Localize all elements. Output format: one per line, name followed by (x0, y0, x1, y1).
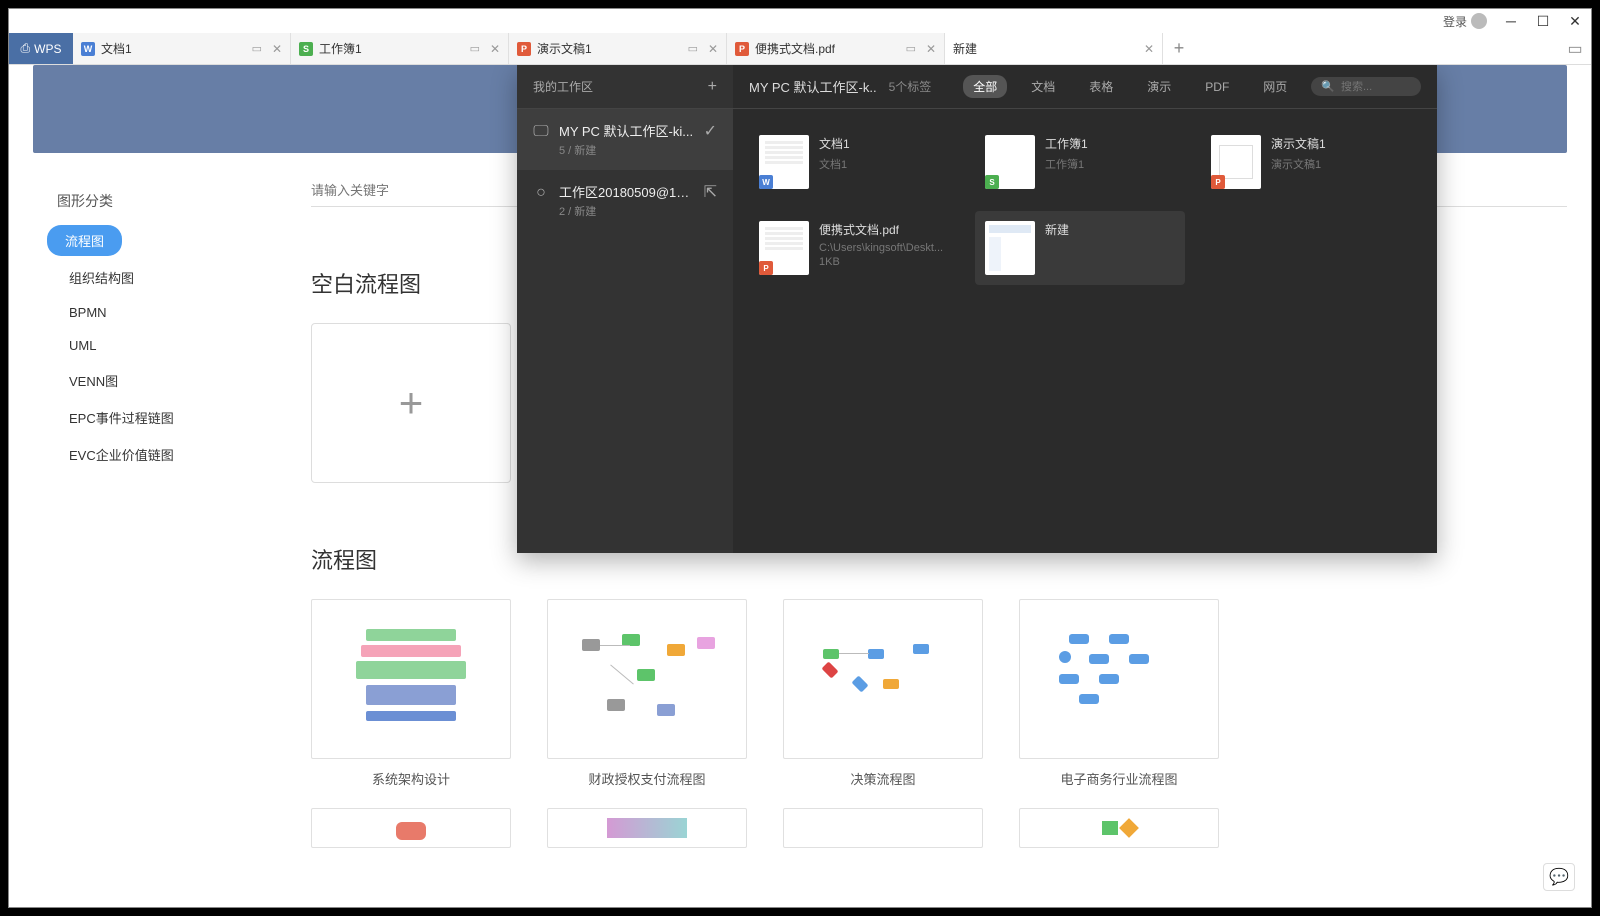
template-card[interactable]: 电子商务行业流程图 (1019, 599, 1219, 788)
overlay-doc-item[interactable]: W 文档1 文档1 (749, 125, 959, 199)
tab-close-icon[interactable]: ✕ (926, 42, 936, 56)
avatar-icon (1471, 13, 1487, 29)
tab-count: 5个标签 (889, 78, 932, 95)
template-title: 系统架构设计 (311, 769, 511, 788)
login-button[interactable]: 登录 (1443, 13, 1487, 30)
category-sidebar: 图形分类 流程图 组织结构图 BPMN UML VENN图 EPC事件过程链图 … (33, 175, 291, 907)
workspace-item[interactable]: 🖵 MY PC 默认工作区-ki... 5 / 新建 ✓ (517, 109, 733, 170)
sidebar-item-evc[interactable]: EVC企业价值链图 (45, 437, 279, 472)
sidebar-title: 图形分类 (33, 191, 291, 223)
workspace-overlay: 我的工作区 + 🖵 MY PC 默认工作区-ki... 5 / 新建 ✓ ○ 工… (517, 65, 1437, 553)
presentation-icon: P (517, 42, 531, 56)
close-button[interactable]: ✕ (1567, 13, 1583, 30)
sidebar-item-epc[interactable]: EPC事件过程链图 (45, 400, 279, 435)
writer-icon: W (81, 42, 95, 56)
overlay-doc-item[interactable]: P 演示文稿1 演示文稿1 (1201, 125, 1411, 199)
feedback-button[interactable]: 💬 (1543, 863, 1575, 891)
overlay-search[interactable]: 🔍 (1311, 77, 1421, 96)
spreadsheet-icon: S (985, 175, 999, 189)
workspace-title: MY PC 默认工作区-k.. (749, 77, 877, 96)
titlebar: 登录 ─ ☐ ✕ (9, 9, 1591, 33)
chat-icon: 💬 (1549, 867, 1569, 887)
writer-icon: W (759, 175, 773, 189)
window-mode-icon[interactable]: ▭ (252, 42, 262, 55)
check-icon: ✓ (704, 121, 717, 141)
template-card[interactable]: 系统架构设计 (311, 599, 511, 788)
filter-web[interactable]: 网页 (1253, 75, 1297, 98)
tab-close-icon[interactable]: ✕ (272, 42, 282, 56)
tab-bar: ⎙ WPS W 文档1 ▭ ✕ S 工作簿1 ▭ ✕ P 演示文稿1 ▭ ✕ P… (9, 33, 1591, 65)
template-card[interactable] (547, 808, 747, 848)
filter-presentation[interactable]: 演示 (1137, 75, 1181, 98)
minimize-button[interactable]: ─ (1503, 13, 1519, 29)
blank-flowchart-card[interactable]: + (311, 323, 511, 483)
new-tab-button[interactable]: + (1163, 33, 1195, 64)
template-title: 电子商务行业流程图 (1019, 769, 1219, 788)
window-mode-icon[interactable]: ▭ (470, 42, 480, 55)
spreadsheet-icon: S (299, 42, 313, 56)
tab-document[interactable]: W 文档1 ▭ ✕ (73, 33, 291, 64)
add-workspace-button[interactable]: + (708, 78, 717, 96)
workspace-item[interactable]: ○ 工作区20180509@14... 2 / 新建 ⇱ (517, 170, 733, 231)
tab-new[interactable]: 新建 ✕ (945, 33, 1163, 64)
external-link-icon[interactable]: ⇱ (704, 182, 717, 202)
overlay-doc-item[interactable]: P 便携式文档.pdf C:\Users\kingsoft\Deskt... 1… (749, 211, 959, 285)
overlay-search-input[interactable] (1341, 81, 1411, 93)
filter-pdf[interactable]: PDF (1195, 77, 1239, 97)
sidebar-item-venn[interactable]: VENN图 (45, 363, 279, 398)
template-card[interactable] (783, 808, 983, 848)
plus-icon: + (399, 379, 424, 427)
tab-spreadsheet[interactable]: S 工作簿1 ▭ ✕ (291, 33, 509, 64)
window-mode-icon[interactable]: ▭ (688, 42, 698, 55)
maximize-button[interactable]: ☐ (1535, 13, 1551, 30)
template-card[interactable] (311, 808, 511, 848)
filter-all[interactable]: 全部 (963, 75, 1007, 98)
monitor-icon: 🖵 (533, 123, 549, 141)
template-card[interactable] (1019, 808, 1219, 848)
sidebar-item-bpmn[interactable]: BPMN (45, 297, 279, 328)
tab-close-icon[interactable]: ✕ (708, 42, 718, 56)
wps-logo-icon: ⎙ (21, 41, 31, 56)
presentation-icon: P (1211, 175, 1225, 189)
tab-wps-home[interactable]: ⎙ WPS (9, 33, 73, 64)
overlay-doc-item[interactable]: S 工作簿1 工作簿1 (975, 125, 1185, 199)
tab-close-icon[interactable]: ✕ (490, 42, 500, 56)
pdf-icon: P (759, 261, 773, 275)
sidebar-item-uml[interactable]: UML (45, 330, 279, 361)
tab-presentation[interactable]: P 演示文稿1 ▭ ✕ (509, 33, 727, 64)
pdf-icon: P (735, 42, 749, 56)
workspace-list-title: 我的工作区 (533, 78, 593, 95)
filter-sheet[interactable]: 表格 (1079, 75, 1123, 98)
sidebar-item-flowchart[interactable]: 流程图 (47, 225, 122, 256)
template-card[interactable]: 财政授权支付流程图 (547, 599, 747, 788)
workspace-list-panel: 我的工作区 + 🖵 MY PC 默认工作区-ki... 5 / 新建 ✓ ○ 工… (517, 65, 733, 553)
tab-close-icon[interactable]: ✕ (1144, 42, 1154, 56)
template-title: 决策流程图 (783, 769, 983, 788)
sidebar-item-org-chart[interactable]: 组织结构图 (45, 260, 279, 295)
search-icon: 🔍 (1321, 80, 1335, 93)
workspace-docs-panel: MY PC 默认工作区-k.. 5个标签 全部 文档 表格 演示 PDF 网页 … (733, 65, 1437, 553)
tab-pdf[interactable]: P 便携式文档.pdf ▭ ✕ (727, 33, 945, 64)
tab-list-button[interactable]: ▭ (1559, 33, 1591, 64)
window-mode-icon[interactable]: ▭ (906, 42, 916, 55)
template-title: 财政授权支付流程图 (547, 769, 747, 788)
overlay-doc-item[interactable]: 新建 (975, 211, 1185, 285)
template-card[interactable]: 决策流程图 (783, 599, 983, 788)
filter-doc[interactable]: 文档 (1021, 75, 1065, 98)
radio-icon: ○ (533, 184, 549, 202)
